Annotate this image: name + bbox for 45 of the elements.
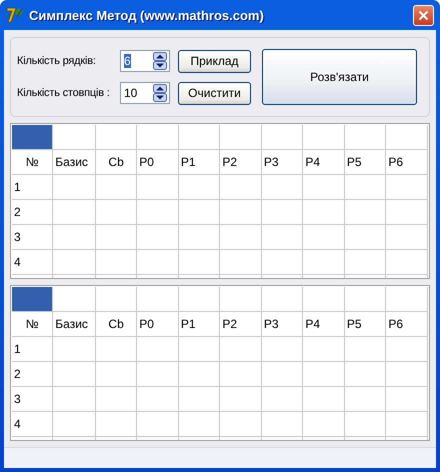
column-header: P0 xyxy=(136,150,178,174)
column-header: P3 xyxy=(261,150,303,174)
number-spinner[interactable]: 10 xyxy=(120,82,170,104)
window-title: Симплекс Метод (www.mathros.com) xyxy=(29,8,265,22)
column-header: Базис xyxy=(52,312,96,336)
number-spinner[interactable]: 6 xyxy=(120,50,170,72)
column-header: Cb xyxy=(95,312,137,336)
column-header: Cb xyxy=(95,150,137,174)
action-button[interactable]: Приклад xyxy=(178,50,251,72)
column-header: P2 xyxy=(220,312,262,336)
row-number: 3 xyxy=(12,224,53,250)
row-number: 1 xyxy=(12,174,53,200)
grid-corner-cell[interactable] xyxy=(12,125,53,150)
row-number: 2 xyxy=(12,362,53,386)
row-number: 4 xyxy=(12,412,53,436)
row-number: 3 xyxy=(12,386,53,412)
grid-corner-cell[interactable] xyxy=(12,287,53,312)
close-button[interactable] xyxy=(413,4,434,26)
column-header: P0 xyxy=(136,312,178,336)
column-header: № xyxy=(12,150,53,174)
column-header: P5 xyxy=(344,312,386,336)
column-header: P3 xyxy=(261,312,303,336)
column-header: Базис xyxy=(52,150,96,174)
column-header: P4 xyxy=(302,312,344,336)
spin-arrows-icon[interactable] xyxy=(153,52,167,70)
app-icon xyxy=(6,6,24,24)
solve-button[interactable]: Розв'язати xyxy=(262,49,417,105)
row-number: 1 xyxy=(12,336,53,362)
row-number: 2 xyxy=(12,200,53,224)
column-header: P1 xyxy=(178,312,220,336)
data-grid[interactable]: № Базис Cb P0 P1 P2 P3 P4 P5 P6 1 2 3 4 xyxy=(10,285,430,441)
field-label: Кількість стовпців : xyxy=(17,87,111,99)
column-header: P6 xyxy=(386,312,428,336)
column-header: № xyxy=(12,312,53,336)
column-header: P5 xyxy=(344,150,386,174)
field-label: Кількість рядків: xyxy=(17,55,97,67)
action-button[interactable]: Очистити xyxy=(178,82,251,104)
row-number: 4 xyxy=(12,250,53,274)
data-grid[interactable]: № Базис Cb P0 P1 P2 P3 P4 P5 P6 1 2 3 4 xyxy=(10,123,430,279)
column-header: P2 xyxy=(220,150,262,174)
column-header: P4 xyxy=(302,150,344,174)
close-icon[interactable] xyxy=(418,10,429,20)
column-header: P6 xyxy=(386,150,428,174)
spin-arrows-icon[interactable] xyxy=(153,84,167,102)
column-header: P1 xyxy=(178,150,220,174)
